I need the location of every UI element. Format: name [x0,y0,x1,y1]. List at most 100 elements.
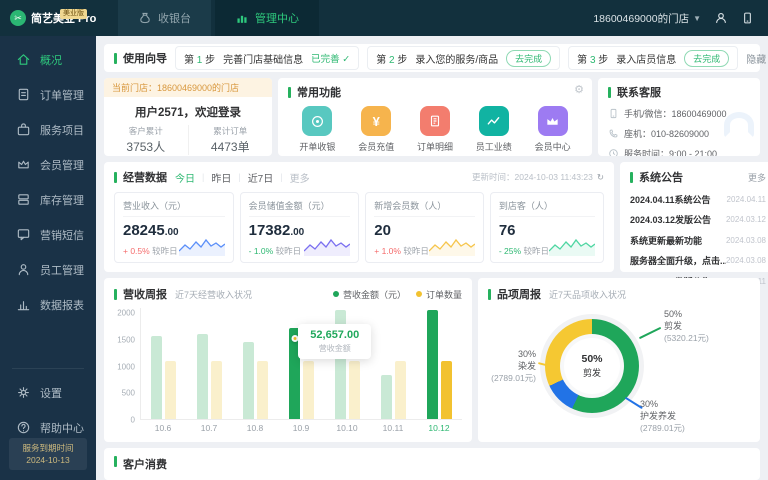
sidebar-item-orders[interactable]: 订单管理 [0,77,96,112]
store-selector[interactable]: 18600469000的门店 ▼ [593,11,701,26]
biz-tab-今日[interactable]: 今日 [175,170,195,185]
bar-group-10.8[interactable] [233,308,279,419]
quick-action-billing[interactable]: 开单收银 [299,106,335,153]
tab-admin[interactable]: 管理中心 [215,0,319,36]
biz-tab-近7日[interactable]: 近7日 [248,170,274,185]
guide-steps: 第 1 步完善门店基础信息 已完善 ✓ 第 2 步录入您的服务/商品 去完成第 3 步… [175,46,739,70]
reports-icon [16,297,31,312]
sidebar-item-services[interactable]: 服务项目 [0,112,96,147]
barchart-icon [235,11,249,25]
bar-group-10.6[interactable] [141,308,187,419]
metric-card: 会员储值金额（元） 17382.00- 1.0% 较昨日 [239,192,360,263]
guide-step-3: 第 3 步录入店员信息 去完成 [568,46,739,70]
store-stat: 客户累计 3753人 [126,126,166,154]
quick-action-order-detail[interactable]: 订单明细 [417,106,453,153]
service-expiry-badge: 服务到期时间 2024-10-13 [9,438,87,470]
tooltip-marker-dot [291,335,298,343]
headset-icon [724,112,754,138]
scissors-logo-icon: ✂ [10,10,26,26]
sidebar-item-inventory[interactable]: 库存管理 [0,182,96,217]
announcement-row[interactable]: 系统更新最新功能 2024.03.08 [630,234,766,247]
announcement-row[interactable]: 服务器全面升级，点击... 2024.03.08 [630,254,766,267]
support-row: 服务时间：9:00 - 21:00 [608,147,750,156]
trend-icon [478,106,509,136]
chevron-down-icon: ▼ [693,13,701,23]
clock-icon [608,148,619,156]
donut-label-护发养发: 30% 护发养发 (2789.01元) [640,399,685,433]
top-tabs: 收银台 管理中心 [118,0,323,36]
announcement-row[interactable]: 2024.03.12发版公告 2024.03.12 [630,213,766,226]
sidebar: 概况 订单管理 服务项目 会员管理 库存管理 营销短信 员工管理 数据报表 设置 帮助中心 服务… [0,36,96,480]
donut-chart: 50% 剪发 50% 剪发 (5320.21元) 30% 护发养发 (2789.01元) 3… [488,302,750,434]
step-action-button[interactable]: 去完成 [506,49,552,67]
sidebar-item-sms[interactable]: 营销短信 [0,217,96,252]
chart-tooltip: 52,657.00 营收金额 [298,324,372,359]
settings-icon [16,385,31,400]
quick-action-performance[interactable]: 员工业绩 [476,106,512,153]
customer-consumption-title: 客户消费 [123,459,167,471]
legend-item: 营收金额（元） [332,288,406,301]
customize-gear-icon[interactable]: ⚙ [574,83,584,96]
edition-badge: 美业版 [60,9,87,19]
chart-legend: 营收金额（元） 订单数量 [332,288,462,301]
quick-actions-title: 常用功能 [297,87,341,99]
biz-tab-更多[interactable]: 更多 [290,170,310,185]
tab-cashier[interactable]: 收银台 [118,0,211,36]
metric-card: 营业收入（元） 28245.00 + 0.5% 较昨日 [114,192,234,263]
revenue-weekly-card: 营收周报 近7天经营收入状况 营收金额（元） 订单数量 0 500 1000 1500 2… [104,278,472,442]
hide-guide-link[interactable]: 隐藏 ▴ [746,51,768,66]
bar-group-10.11[interactable] [370,308,416,419]
guide-title: 使用向导 [123,53,167,65]
sidebar-item-staff[interactable]: 员工管理 [0,252,96,287]
sidebar-item-members[interactable]: 会员管理 [0,147,96,182]
guide-step-1: 第 1 步完善门店基础信息 已完善 ✓ [175,46,360,70]
mobile-app-icon[interactable] [741,11,754,25]
metric-card: 到店客（人） 76- 25% 较昨日 [489,192,604,263]
sidebar-item-reports[interactable]: 数据报表 [0,287,96,322]
overview-icon [16,52,31,67]
donut-label-染发: 30% 染发 (2789.01元) [491,349,536,383]
services-icon [16,122,31,137]
bar-group-10.12[interactable] [416,308,462,419]
donut-label-剪发: 50% 剪发 (5320.21元) [664,309,709,343]
row-metrics-announcements: 经营数据 今日 | 昨日 | 近7日 | 更多 更新时间：2024-10-03 11:43:… [104,162,768,287]
sidebar-item-overview[interactable]: 概况 [0,42,96,77]
sms-icon [16,227,31,242]
revenue-chart-subtitle: 近7天经营收入状况 [175,289,253,300]
step-action-button[interactable]: 去完成 [684,49,730,67]
current-store-card: 当前门店：18600469000的门店 用户2571，欢迎登录 客户累计 3753… [104,78,272,156]
customer-consumption-card: 客户消费 [104,448,760,480]
step-status: 已完善 ✓ [311,54,351,65]
metric-card: 新增会员数（人） 20 + 1.0% 较昨日 [365,192,484,263]
business-data-tabs: 今日 | 昨日 | 近7日 | 更多 [175,170,310,185]
topbar: 美业版 ✂ 简艺美业 Pro 收银台 管理中心 18600469000的门店 ▼ [0,0,768,36]
inventory-icon [16,192,31,207]
support-card: 联系客服 手机/微信：18600469000 座机：010-82609000 服务时… [598,78,760,156]
items-weekly-card: 品项周报 近7天品项收入状况 50% 剪发 50% 剪发 (5320.21元) 30%… [478,278,760,442]
announcements-title: 系统公告 [638,172,683,184]
guide-step-2: 第 2 步录入您的服务/商品 去完成 [367,46,561,70]
business-data-title: 经营数据 [123,172,167,184]
account-icon[interactable] [714,11,728,25]
items-chart-title: 品项周报 [497,289,541,301]
quick-action-member-center[interactable]: 会员中心 [535,106,571,153]
members-icon [16,157,31,172]
app-logo: 美业版 ✂ 简艺美业 Pro [0,9,100,26]
cashier-icon [302,106,333,136]
biz-tab-昨日[interactable]: 昨日 [211,170,231,185]
announcement-row[interactable]: 2024.04.11系统公告 2024.04.11 [630,193,766,206]
row-store-quick-support: 当前门店：18600469000的门店 用户2571，欢迎登录 客户累计 3753… [104,78,760,156]
moneybag-icon [138,11,152,25]
main-content: 使用向导 第 1 步完善门店基础信息 已完善 ✓ 第 2 步录入您的服务/商品 去完成… [96,36,768,480]
quick-action-recharge[interactable]: ¥ 会员充值 [358,106,394,153]
sparkline [178,238,225,256]
refresh-icon[interactable]: ↻ [597,172,604,183]
staff-icon [16,262,31,277]
sidebar-item-settings[interactable]: 设置 [0,375,96,410]
bar-group-10.7[interactable] [187,308,233,419]
store-stats: 客户累计 3753人 累计订单 4473单 [104,125,272,155]
topbar-right: 18600469000的门店 ▼ [593,11,768,26]
leader-line [638,326,662,339]
sidebar-divider [12,368,84,369]
announcements-more-link[interactable]: 更多 [748,171,766,184]
